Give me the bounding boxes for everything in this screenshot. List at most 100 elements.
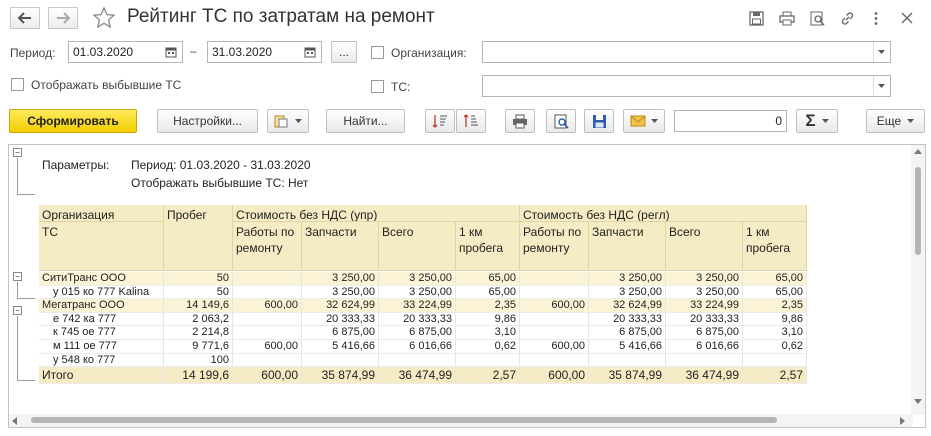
scroll-down-icon	[914, 399, 922, 404]
preview-icon	[554, 114, 569, 129]
forward-arrow-icon	[57, 12, 70, 24]
table-cell-p1	[302, 353, 379, 368]
col-header-cost-regl: Стоимость без НДС (регл)	[520, 205, 807, 222]
table-cell-t2: 6 875,00	[666, 326, 743, 340]
table-cell-mileage: 100	[164, 353, 233, 368]
organization-dropdown-button[interactable]	[873, 42, 889, 62]
total-cell-t2: 36 474,99	[666, 367, 743, 385]
table-cell-k2: 65,00	[743, 272, 807, 286]
period-select-button[interactable]: ...	[331, 41, 357, 63]
more-button[interactable]: Еще	[866, 109, 925, 133]
link-icon[interactable]	[838, 9, 856, 27]
print-icon[interactable]	[778, 9, 796, 27]
table-cell-p2: 32 624,99	[589, 299, 666, 313]
table-cell-w1	[233, 312, 302, 327]
forward-button[interactable]	[48, 7, 78, 29]
table-cell-p1: 20 333,33	[302, 312, 379, 327]
close-icon[interactable]	[898, 9, 916, 27]
ts-label: ТС:	[391, 80, 411, 94]
table-cell-k1	[456, 353, 520, 368]
table-cell-w1	[233, 353, 302, 368]
show-retired-checkbox[interactable]	[11, 78, 24, 91]
sum-field[interactable]: 0	[674, 110, 787, 132]
table-cell-p1: 32 624,99	[302, 299, 379, 313]
total-cell-name: Итого	[39, 367, 164, 385]
star-icon[interactable]	[92, 6, 116, 30]
table-cell-name: е 742 ка 777	[39, 312, 164, 327]
ts-checkbox[interactable]	[371, 80, 384, 93]
horizontal-scroll-thumb[interactable]	[31, 417, 777, 423]
table-cell-name: к 745 ое 777	[39, 326, 164, 340]
date-to-calendar-button[interactable]	[300, 42, 320, 62]
table-cell-name: Мегатранс ООО	[39, 299, 164, 313]
table-cell-t2: 3 250,00	[666, 285, 743, 300]
table-cell-w2	[520, 312, 589, 327]
table-cell-k1: 2,35	[456, 299, 520, 313]
table-cell-w2: 600,00	[520, 340, 589, 354]
variants-dropdown-button[interactable]	[267, 109, 309, 133]
generate-button[interactable]: Сформировать	[9, 109, 137, 133]
chevron-down-icon	[651, 119, 658, 123]
table-cell-t1: 33 224,99	[379, 299, 456, 313]
ts-dropdown-button[interactable]	[873, 76, 889, 96]
date-from-calendar-button[interactable]	[161, 42, 181, 62]
group-collapse-toggle[interactable]: −	[13, 272, 22, 281]
report-area[interactable]: − Параметры: Период: 01.03.2020 - 31.03.…	[8, 144, 926, 428]
ts-input[interactable]	[482, 75, 891, 97]
sum-dropdown-button[interactable]: Σ	[796, 109, 838, 133]
col-header-parts-regl: Запчасти	[589, 222, 666, 271]
table-cell-w1	[233, 272, 302, 286]
settings-button[interactable]: Настройки...	[157, 109, 258, 133]
col-header-repair-works-upr: Работы по ремонту	[233, 222, 302, 271]
table-cell-name: м 111 ое 777	[39, 340, 164, 354]
col-header-per-km-regl: 1 км пробега	[743, 222, 807, 271]
preview-button[interactable]	[546, 109, 576, 133]
print-button[interactable]	[505, 109, 535, 133]
vertical-scroll-thumb[interactable]	[915, 167, 921, 255]
sum-value: 0	[775, 114, 782, 128]
show-retired-label: Отображать выбывшие ТС	[31, 78, 182, 92]
table-cell-w2: 600,00	[520, 299, 589, 313]
more-label: Еще	[876, 114, 902, 128]
table-cell-p1: 3 250,00	[302, 285, 379, 300]
send-mail-button[interactable]	[623, 109, 665, 133]
params-label: Параметры:	[42, 159, 110, 172]
preview-icon[interactable]	[808, 9, 826, 27]
find-button[interactable]: Найти...	[326, 109, 405, 133]
table-cell-k2: 9,86	[743, 312, 807, 327]
save-icon[interactable]	[747, 9, 765, 27]
chevron-down-icon	[295, 119, 302, 123]
group-collapse-toggle[interactable]: −	[13, 306, 22, 315]
save-button[interactable]	[584, 109, 614, 133]
date-from-value: 01.03.2020	[73, 45, 134, 59]
table-cell-k1: 9,86	[456, 312, 520, 327]
table-cell-k2	[743, 353, 807, 368]
organization-input[interactable]	[482, 41, 891, 63]
table-cell-w2	[520, 272, 589, 286]
total-cell-mileage: 14 199,6	[164, 367, 233, 385]
total-cell-w1: 600,00	[233, 367, 302, 385]
organization-checkbox[interactable]	[371, 46, 384, 59]
sort-desc-button[interactable]	[456, 109, 486, 133]
table-cell-k2: 0,62	[743, 340, 807, 354]
vertical-scrollbar[interactable]	[911, 145, 925, 415]
sort-asc-button[interactable]	[425, 109, 455, 133]
report-variants-icon	[274, 115, 288, 128]
organization-label: Организация:	[391, 46, 467, 60]
table-cell-p1: 6 875,00	[302, 326, 379, 340]
scroll-left-icon	[12, 417, 17, 425]
col-header-parts-upr: Запчасти	[302, 222, 379, 271]
back-button[interactable]	[10, 7, 40, 29]
table-cell-t1: 20 333,33	[379, 312, 456, 327]
table-cell-t1: 6 875,00	[379, 326, 456, 340]
mail-icon	[630, 115, 646, 127]
table-cell-name: у 015 ко 777 Kalina	[39, 285, 164, 300]
scroll-up-icon	[914, 149, 922, 154]
table-cell-t2: 6 016,66	[666, 340, 743, 354]
more-vert-icon[interactable]	[867, 9, 885, 27]
table-cell-t1	[379, 353, 456, 368]
table-cell-name: СитиТранс ООО	[39, 272, 164, 286]
horizontal-scrollbar[interactable]	[9, 414, 913, 427]
table-cell-p2: 6 875,00	[589, 326, 666, 340]
params-collapse-toggle[interactable]: −	[13, 148, 22, 157]
